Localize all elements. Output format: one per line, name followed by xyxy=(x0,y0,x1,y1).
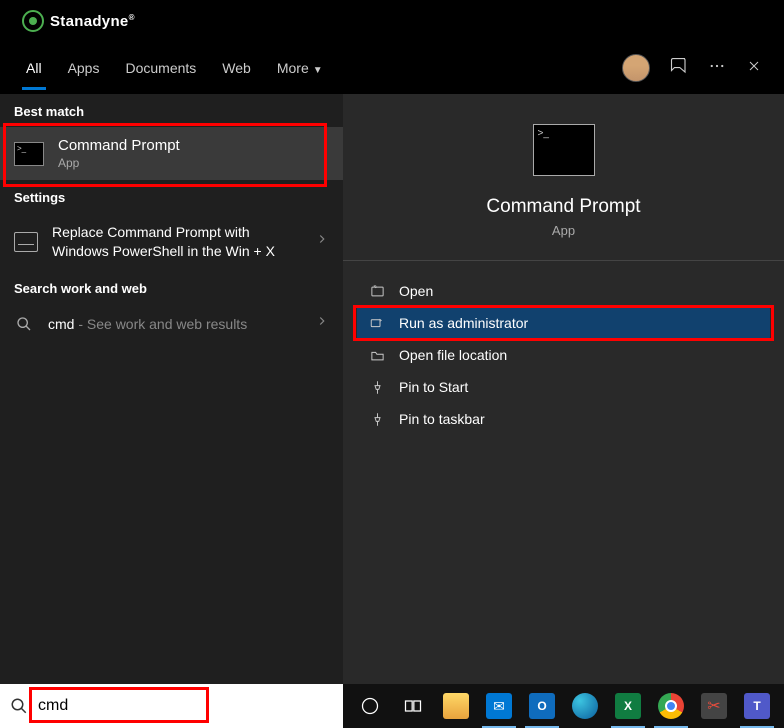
stanadyne-icon xyxy=(22,10,44,32)
taskbar-mail[interactable]: ✉ xyxy=(478,684,520,728)
search-bar[interactable] xyxy=(0,684,343,728)
action-pin-to-taskbar[interactable]: Pin to taskbar xyxy=(357,403,770,435)
preview-title: Command Prompt xyxy=(486,196,640,218)
section-best-match: Best match xyxy=(0,94,343,127)
user-avatar[interactable] xyxy=(622,54,650,82)
section-search-work-web: Search work and web xyxy=(0,271,343,304)
action-label: Pin to taskbar xyxy=(399,411,485,427)
taskbar-excel[interactable]: X xyxy=(607,684,649,728)
main-area: Best match Command Prompt App Settings R… xyxy=(0,94,784,684)
result-title: Replace Command Prompt with Windows Powe… xyxy=(52,223,301,261)
taskbar-teams[interactable]: T xyxy=(736,684,778,728)
taskbar-chrome[interactable] xyxy=(650,684,692,728)
tab-documents[interactable]: Documents xyxy=(121,46,200,90)
preview-subtitle: App xyxy=(552,223,575,238)
more-icon[interactable] xyxy=(708,57,726,80)
chevron-right-icon xyxy=(315,232,329,251)
taskbar-edge[interactable] xyxy=(564,684,606,728)
pin-icon xyxy=(369,379,385,395)
tab-web[interactable]: Web xyxy=(218,46,255,90)
result-subtitle: App xyxy=(58,156,180,170)
taskbar-snip[interactable]: ✂ xyxy=(693,684,735,728)
taskbar: ✉ O X ✂ T xyxy=(343,684,784,728)
result-title: Command Prompt xyxy=(58,137,180,154)
search-input[interactable] xyxy=(38,697,333,715)
action-run-as-administrator[interactable]: Run as administrator xyxy=(357,307,770,339)
tab-more[interactable]: More▼ xyxy=(273,46,327,90)
feedback-icon[interactable] xyxy=(670,57,688,80)
action-label: Open xyxy=(399,283,433,299)
chevron-right-icon xyxy=(315,314,329,333)
results-pane: Best match Command Prompt App Settings R… xyxy=(0,94,343,684)
open-icon xyxy=(369,283,385,299)
action-pin-to-start[interactable]: Pin to Start xyxy=(357,371,770,403)
tab-all[interactable]: All xyxy=(22,46,46,90)
folder-icon xyxy=(369,347,385,363)
tab-apps[interactable]: Apps xyxy=(64,46,104,90)
search-tabs-row: All Apps Documents Web More▼ xyxy=(0,42,784,94)
section-settings: Settings xyxy=(0,180,343,213)
result-web-cmd[interactable]: cmd - See work and web results xyxy=(0,304,343,344)
cmd-icon xyxy=(14,142,44,166)
preview-app-icon xyxy=(533,124,595,176)
shield-icon xyxy=(369,315,385,331)
close-icon[interactable] xyxy=(746,58,762,79)
action-label: Pin to Start xyxy=(399,379,468,395)
taskbar-explorer[interactable] xyxy=(435,684,477,728)
search-icon xyxy=(14,314,34,334)
action-label: Run as administrator xyxy=(399,315,528,331)
preview-pane: Command Prompt App Open Run as administr… xyxy=(343,94,784,684)
result-command-prompt[interactable]: Command Prompt App xyxy=(0,127,343,180)
taskbar-cortana[interactable] xyxy=(349,684,391,728)
result-replace-powershell[interactable]: Replace Command Prompt with Windows Powe… xyxy=(0,213,343,271)
action-open-file-location[interactable]: Open file location xyxy=(357,339,770,371)
taskbar-task-view[interactable] xyxy=(392,684,434,728)
search-icon xyxy=(10,697,28,715)
title-bar: Stanadyne® xyxy=(0,0,784,42)
pin-icon xyxy=(369,411,385,427)
action-label: Open file location xyxy=(399,347,507,363)
monitor-icon xyxy=(14,232,38,252)
action-open[interactable]: Open xyxy=(357,275,770,307)
brand-logo: Stanadyne® xyxy=(22,10,135,32)
brand-name: Stanadyne® xyxy=(50,13,135,30)
taskbar-outlook[interactable]: O xyxy=(521,684,563,728)
